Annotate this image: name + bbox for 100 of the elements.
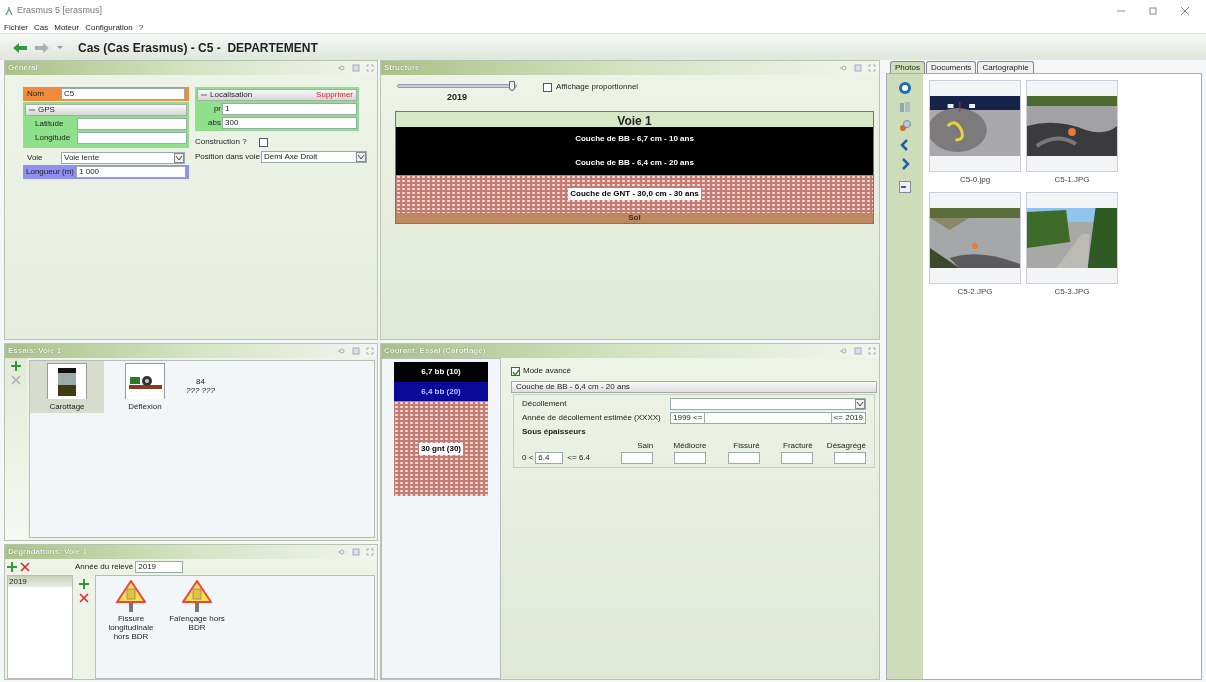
slider-thumb[interactable] [509, 81, 516, 91]
dropdown[interactable] [670, 398, 866, 410]
menu-item[interactable]: ? [138, 21, 144, 34]
app-icon [4, 6, 14, 16]
menu-item[interactable]: Configuration [85, 21, 133, 34]
checkbox[interactable] [543, 82, 552, 92]
thickness-field[interactable]: 6.4 [535, 452, 564, 464]
expand-icon[interactable] [366, 548, 374, 556]
test-value: 84 [196, 377, 205, 386]
add-icon[interactable] [7, 562, 17, 572]
add-icon[interactable] [11, 361, 21, 371]
add-icon[interactable] [79, 579, 89, 589]
tab[interactable]: Documents [925, 61, 977, 73]
warning-sign-icon[interactable] [116, 580, 146, 612]
dropdown[interactable]: Demi Axe Droit [260, 151, 367, 163]
photo-caption: C5-1.JPG [1054, 174, 1090, 186]
forward-arrow-icon[interactable] [34, 42, 50, 54]
year-range-field[interactable]: 1999 <= <= 2019 [670, 412, 866, 424]
expand-icon[interactable] [366, 347, 374, 355]
pin-icon[interactable] [338, 64, 346, 72]
layer-header[interactable]: Couche de BB - 6,4 cm - 20 ans [511, 381, 877, 393]
quality-field[interactable] [674, 452, 707, 464]
pin-icon[interactable] [338, 347, 346, 355]
photo-caption: C5-2.JPG [957, 286, 993, 298]
gallery-icon[interactable] [899, 101, 911, 113]
expand-icon[interactable] [868, 347, 876, 355]
next-icon[interactable] [899, 158, 911, 170]
delete-link[interactable]: Supprimer [316, 89, 353, 101]
window-icon[interactable] [854, 64, 862, 72]
page-title: Cas (Cas Erasmus) - C5 - DEPARTEMENT [78, 40, 318, 57]
checkbox[interactable] [511, 366, 520, 376]
field-label: Position dans voie [195, 151, 260, 163]
test-item[interactable]: Déflexion [108, 361, 182, 413]
caret-icon [356, 152, 366, 162]
expand-icon[interactable] [366, 64, 374, 72]
field-label: Année du relevé [75, 561, 134, 573]
pavement-layer[interactable]: Sol [396, 213, 873, 223]
test-value: ??? ??? [186, 386, 215, 395]
globe-icon[interactable] [899, 82, 911, 94]
field-label: Construction ? [195, 136, 247, 148]
quality-field[interactable] [780, 452, 813, 464]
pavement-layer[interactable]: Couche de BB - 6,4 cm - 20 ans [396, 151, 873, 175]
checkbox[interactable] [258, 137, 268, 147]
back-arrow-icon[interactable] [12, 42, 28, 54]
window-icon[interactable] [352, 64, 360, 72]
expand-icon[interactable] [868, 64, 876, 72]
pavement-layer[interactable]: Couche de BB - 6,7 cm - 10 ans [396, 127, 873, 151]
window-icon[interactable] [352, 347, 360, 355]
length-field[interactable]: 1 000 [76, 166, 186, 178]
tab[interactable]: Photos [890, 61, 925, 73]
quality-field[interactable] [834, 452, 866, 464]
coordinate-field[interactable] [77, 132, 187, 144]
header-label: Localisation [210, 89, 254, 101]
pin-icon[interactable] [840, 347, 848, 355]
year-field[interactable]: 2019 [135, 561, 184, 573]
window-icon[interactable] [352, 548, 360, 556]
year-list-item[interactable]: 2019 [8, 576, 72, 587]
dropdown-caret-icon[interactable] [56, 44, 64, 52]
degradation-label: Fissure longitudinale hors BDR [107, 614, 155, 641]
section-title: Sous épaisseurs [522, 426, 587, 438]
maximize-icon[interactable] [1148, 6, 1158, 16]
column-header: Fracturé [782, 440, 813, 452]
dropdown[interactable]: Voie lente [61, 152, 185, 164]
quality-field[interactable] [727, 452, 760, 464]
quality-field[interactable] [621, 452, 654, 464]
close-icon[interactable] [1180, 6, 1190, 16]
slider-track[interactable] [397, 84, 517, 88]
menu-item[interactable]: Moteur [54, 21, 80, 34]
menu-item[interactable]: Cas [34, 21, 49, 34]
photo-caption: C5-3.JPG [1054, 286, 1090, 298]
pavement-layer[interactable]: Couche de GNT - 30,0 cm - 30 ans [396, 175, 873, 213]
coordinate-field[interactable] [77, 118, 187, 130]
previous-icon[interactable] [899, 139, 911, 151]
checkbox-label: Affichage proportionnel [556, 81, 639, 93]
name-field[interactable]: C5 [61, 88, 185, 100]
test-item[interactable]: Carottage [30, 361, 104, 413]
gps-header[interactable]: GPS [25, 104, 187, 116]
field-label: abs [207, 117, 221, 129]
pin-icon[interactable] [840, 64, 848, 72]
caret-icon [855, 399, 865, 409]
delete-icon[interactable] [11, 375, 21, 385]
collapse-icon[interactable] [201, 92, 207, 98]
lane-title: Voie 1 [396, 112, 873, 127]
delete-icon[interactable] [79, 593, 89, 603]
collapse-icon[interactable] [29, 107, 35, 113]
tab[interactable]: Cartographie [977, 61, 1034, 73]
properties-icon[interactable] [899, 181, 911, 193]
range-label: <= 6.4 [567, 452, 591, 464]
pin-icon[interactable] [338, 548, 346, 556]
menu-item[interactable]: Fichier [4, 21, 28, 34]
location-field[interactable]: 300 [222, 117, 357, 129]
location-header[interactable]: Localisation Supprimer [197, 89, 357, 101]
column-header: Médiocre [672, 440, 707, 452]
checkbox-label: Mode avancé [523, 365, 572, 377]
warning-sign-icon[interactable] [182, 580, 212, 612]
location-field[interactable]: 1 [222, 103, 357, 115]
range-label: 0 < [522, 452, 534, 464]
delete-icon[interactable] [20, 562, 30, 572]
window-icon[interactable] [854, 347, 862, 355]
field-label: Latitude [35, 118, 65, 130]
